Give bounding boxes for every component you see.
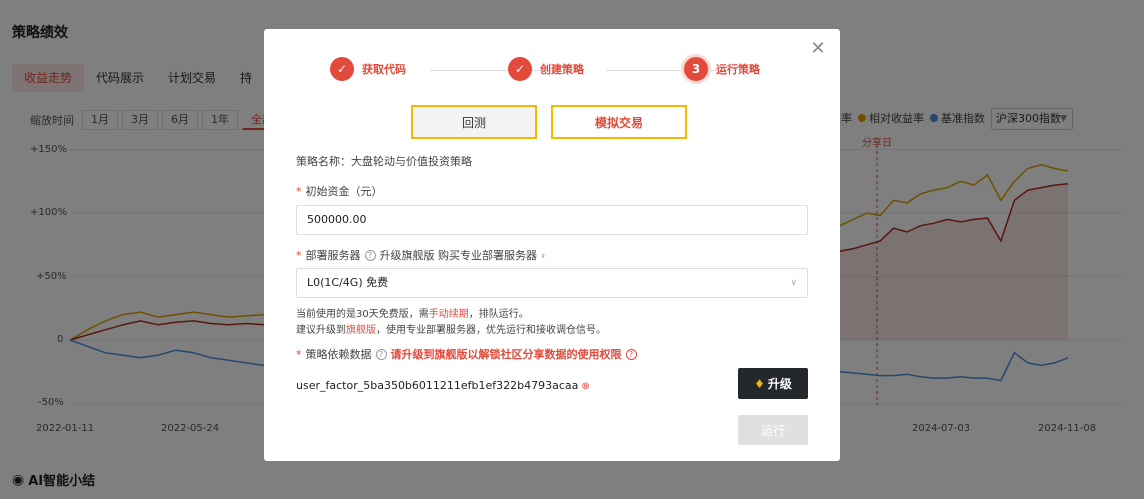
step-get-code: ✓ 获取代码 xyxy=(330,57,406,81)
note-text: 建议升级到 xyxy=(296,325,346,336)
step-create-strategy: ✓ 创建策略 xyxy=(508,57,584,81)
check-icon: ✓ xyxy=(508,57,532,81)
remove-icon[interactable]: ⊗ xyxy=(581,381,589,392)
note-text: ，使用专业部署服务器，优先运行和接收调仓信号。 xyxy=(376,325,606,336)
run-strategy-dialog: ✕ ✓ 获取代码 ✓ 创建策略 3 运行策略 回测 模拟交易 策略名称：大盘轮动… xyxy=(264,29,840,461)
data-label-text: 策略依赖数据 xyxy=(305,348,372,361)
step-label: 运行策略 xyxy=(716,63,760,76)
help-icon[interactable]: ? xyxy=(375,348,387,360)
factor-name: user_factor_5ba350b6011211efb1ef322b4793… xyxy=(296,379,579,392)
chevron-down-icon: ∨ xyxy=(790,278,797,288)
server-label-text: 部署服务器 xyxy=(305,249,361,262)
steps-indicator: ✓ 获取代码 ✓ 创建策略 3 运行策略 xyxy=(330,57,780,83)
upgrade-button[interactable]: ♦ 升级 xyxy=(738,368,808,399)
server-label: * 部署服务器 ? 升级旗舰版 购买专业部署服务器 › xyxy=(296,247,545,263)
step-run-strategy: 3 运行策略 xyxy=(684,57,760,81)
required-mark: * xyxy=(296,347,302,361)
required-mark: * xyxy=(296,184,302,198)
flagship-link[interactable]: 旗舰版 xyxy=(346,325,376,336)
help-icon[interactable]: ? xyxy=(625,348,637,360)
data-dependency-label: * 策略依赖数据 ? 请升级到旗舰版以解锁社区分享数据的使用权限 ? xyxy=(296,346,641,362)
free-version-note: 当前使用的是30天免费版，需手动续期，排队运行。 xyxy=(296,305,529,320)
manual-renew-link[interactable]: 手动续期 xyxy=(429,309,469,320)
note-text: 当前使用的是30天免费版，需 xyxy=(296,309,429,320)
capital-label-text: 初始资金（元） xyxy=(305,185,383,198)
upgrade-button-label: 升级 xyxy=(767,377,792,391)
buy-server-link[interactable]: 升级旗舰版 购买专业部署服务器 xyxy=(380,247,538,263)
backtest-button[interactable]: 回测 xyxy=(411,105,537,139)
simulated-trading-button[interactable]: 模拟交易 xyxy=(551,105,687,139)
step-number: 3 xyxy=(684,57,708,81)
check-icon: ✓ xyxy=(330,57,354,81)
run-button[interactable]: 运行 xyxy=(738,415,808,445)
chevron-right-icon[interactable]: › xyxy=(541,249,545,262)
note-text: ，排队运行。 xyxy=(468,309,529,320)
step-label: 获取代码 xyxy=(362,63,406,76)
capital-input[interactable]: 500000.00 xyxy=(296,205,808,235)
help-icon[interactable]: ? xyxy=(364,249,376,261)
factor-tag: user_factor_5ba350b6011211efb1ef322b4793… xyxy=(296,379,590,392)
required-mark: * xyxy=(296,248,302,262)
capital-input-value: 500000.00 xyxy=(307,213,367,226)
step-label: 创建策略 xyxy=(540,63,584,76)
upgrade-suggestion-note: 建议升级到旗舰版，使用专业部署服务器，优先运行和接收调仓信号。 xyxy=(296,321,606,336)
capital-label: * 初始资金（元） xyxy=(296,183,383,199)
data-upgrade-warning: 请升级到旗舰版以解锁社区分享数据的使用权限 xyxy=(390,348,622,361)
close-icon[interactable]: ✕ xyxy=(810,40,826,58)
server-select-value: L0(1C/4G) 免费 xyxy=(307,276,389,289)
server-select[interactable]: L0(1C/4G) 免费 ∨ xyxy=(296,268,808,298)
strategy-name: 策略名称：大盘轮动与价值投资策略 xyxy=(296,155,472,168)
crown-icon: ♦ xyxy=(754,376,765,391)
